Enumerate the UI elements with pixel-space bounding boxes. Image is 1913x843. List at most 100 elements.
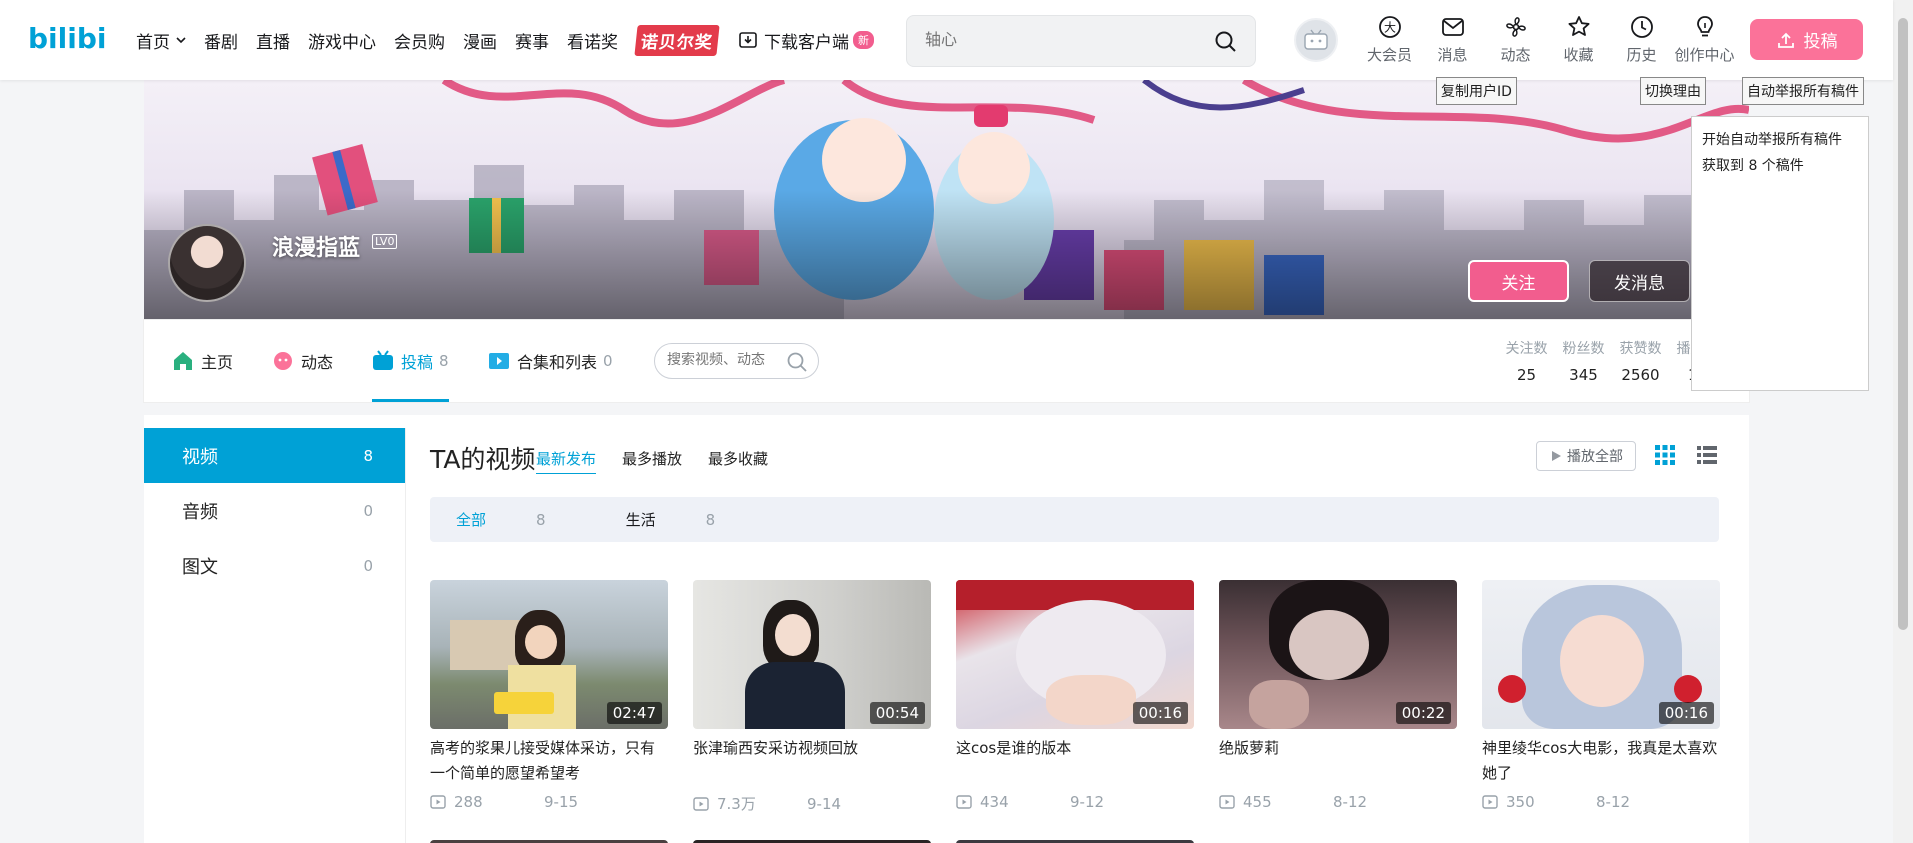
download-client-link[interactable]: 下载客户端 新 <box>738 28 874 53</box>
video-date: 8-12 <box>1333 793 1368 811</box>
category-filter: 全部 8 生活 8 <box>430 497 1719 542</box>
tab-collections-count: 0 <box>603 352 613 370</box>
sidebar-item-label: 视频 <box>182 446 218 468</box>
sort-most-favorited[interactable]: 最多收藏 <box>708 448 768 469</box>
video-date: 9-15 <box>544 793 579 811</box>
video-title[interactable]: 神里绫华cos大电影，我真是太喜欢她了 <box>1482 736 1720 786</box>
dynamic-button[interactable]: 动态 <box>1484 14 1547 65</box>
scrollbar-thumb[interactable] <box>1898 18 1908 630</box>
favorites-button[interactable]: 收藏 <box>1547 14 1610 65</box>
video-title[interactable]: 高考的浆果儿接受媒体采访，只有一个简单的愿望希望考 <box>430 736 668 786</box>
sidebar-item-article[interactable]: 图文 0 <box>144 538 405 593</box>
search-icon[interactable] <box>1213 29 1239 55</box>
nav-mall[interactable]: 会员购 <box>394 28 445 53</box>
message-icon <box>1441 18 1464 36</box>
tab-home[interactable]: 主页 <box>172 320 233 402</box>
nav-nobel[interactable]: 看诺奖 <box>567 28 618 53</box>
filter-life[interactable]: 生活 8 <box>626 509 756 530</box>
tab-uploads[interactable]: 投稿 8 <box>372 320 449 402</box>
tv-avatar-icon <box>1304 29 1328 50</box>
playlist-icon <box>489 353 509 369</box>
video-title[interactable]: 张津瑜西安采访视频回放 <box>693 736 931 786</box>
play-icon <box>1552 451 1561 461</box>
video-title[interactable]: 这cos是谁的版本 <box>956 736 1194 786</box>
page-scrollbar[interactable] <box>1893 0 1913 843</box>
sort-most-played[interactable]: 最多播放 <box>622 448 682 469</box>
new-badge: 新 <box>853 31 874 49</box>
big-member-button[interactable]: 大 大会员 <box>1358 14 1421 65</box>
play-all-label: 播放全部 <box>1567 449 1623 465</box>
video-meta: 434 9-12 <box>956 793 1194 811</box>
video-thumbnail[interactable]: 00:16 <box>1482 580 1720 729</box>
video-duration: 00:22 <box>1395 702 1451 724</box>
nav-esports[interactable]: 赛事 <box>515 28 549 53</box>
video-meta: 350 8-12 <box>1482 793 1720 811</box>
switch-reason-button[interactable]: 切换理由 <box>1640 77 1706 105</box>
user-avatar[interactable] <box>1294 18 1338 62</box>
uniform <box>745 662 845 729</box>
video-thumbnail[interactable]: 02:47 <box>430 580 668 729</box>
dynamic-flower-icon <box>274 352 292 370</box>
history-button[interactable]: 历史 <box>1610 14 1673 65</box>
video-duration: 00:54 <box>869 702 925 724</box>
tab-collections[interactable]: 合集和列表 0 <box>488 320 613 402</box>
person-face <box>525 625 557 659</box>
video-grid: 02:47 高考的浆果儿接受媒体采访，只有一个简单的愿望希望考 288 9-15 <box>430 580 1745 814</box>
tab-home-label: 主页 <box>201 353 234 372</box>
stat-followers[interactable]: 粉丝数 345 <box>1555 338 1612 384</box>
home-icon <box>174 352 192 370</box>
play-count: 434 <box>956 793 1070 811</box>
nav-home[interactable]: 首页 <box>136 28 186 53</box>
filter-all[interactable]: 全部 8 <box>456 509 586 530</box>
video-card: 00:16 这cos是谁的版本 434 9-12 <box>956 580 1194 814</box>
sort-latest[interactable]: 最新发布 <box>536 448 597 474</box>
nav-live[interactable]: 直播 <box>256 28 290 53</box>
search-input[interactable] <box>925 30 1205 49</box>
creator-center-label: 创作中心 <box>1674 46 1735 64</box>
nav-game-center[interactable]: 游戏中心 <box>308 28 376 53</box>
nobel-prize-badge[interactable]: 诺贝尔奖 <box>634 24 720 56</box>
copy-user-id-button[interactable]: 复制用户ID <box>1436 77 1517 105</box>
auto-report-button[interactable]: 自动举报所有稿件 <box>1742 77 1864 105</box>
creator-center-button[interactable]: 创作中心 <box>1673 14 1736 65</box>
play-count-icon <box>1219 795 1235 809</box>
video-card: 00:16 神里绫华cos大电影，我真是太喜欢她了 350 8-12 <box>1482 580 1720 814</box>
send-message-button[interactable]: 发消息 <box>1589 260 1690 302</box>
message-button[interactable]: 消息 <box>1421 14 1484 65</box>
search-icon[interactable] <box>786 351 808 373</box>
bilibili-logo[interactable]: bilibili <box>28 16 108 60</box>
svg-text:大: 大 <box>1383 21 1395 35</box>
video-thumbnail[interactable]: 00:22 <box>1219 580 1457 729</box>
play-all-button[interactable]: 播放全部 <box>1536 441 1636 471</box>
video-thumbnail[interactable]: 00:54 <box>693 580 931 729</box>
video-duration: 02:47 <box>606 702 662 724</box>
tab-search-input[interactable] <box>667 352 777 368</box>
video-meta: 7.3万 9-14 <box>693 793 931 814</box>
follow-button[interactable]: 关注 <box>1468 260 1569 302</box>
profile-avatar[interactable] <box>168 224 246 302</box>
dynamic-icon <box>1505 17 1526 37</box>
videos-main: TA的视频 最新发布 最多播放 最多收藏 播放全部 全部 8 生活 8 02:4… <box>406 415 1749 843</box>
tab-dynamic[interactable]: 动态 <box>272 320 333 402</box>
tab-search <box>654 343 819 379</box>
profile-banner: 浪漫指蓝 LV0 关注 发消息 <box>144 80 1749 320</box>
nav-anime[interactable]: 番剧 <box>204 28 238 53</box>
person-face <box>1046 675 1136 725</box>
sidebar-item-label: 图文 <box>182 556 218 578</box>
tv-icon <box>373 350 393 370</box>
nav-manga[interactable]: 漫画 <box>463 28 497 53</box>
microphone-tag <box>494 692 554 714</box>
grid-view-icon[interactable] <box>1654 444 1676 466</box>
hand-shape <box>1249 680 1309 729</box>
video-title[interactable]: 绝版萝莉 <box>1219 736 1457 786</box>
video-thumbnail[interactable]: 00:16 <box>956 580 1194 729</box>
sidebar-item-audio[interactable]: 音频 0 <box>144 483 405 538</box>
stat-likes: 获赞数 2560 <box>1612 338 1669 384</box>
favorites-label: 收藏 <box>1563 46 1594 64</box>
stat-following[interactable]: 关注数 25 <box>1498 338 1555 384</box>
list-view-icon[interactable] <box>1696 444 1718 466</box>
sidebar-item-label: 音频 <box>182 501 218 523</box>
upload-button[interactable]: 投稿 <box>1750 19 1863 60</box>
sidebar-item-video[interactable]: 视频 8 <box>144 428 405 483</box>
filter-label: 生活 <box>625 511 656 529</box>
